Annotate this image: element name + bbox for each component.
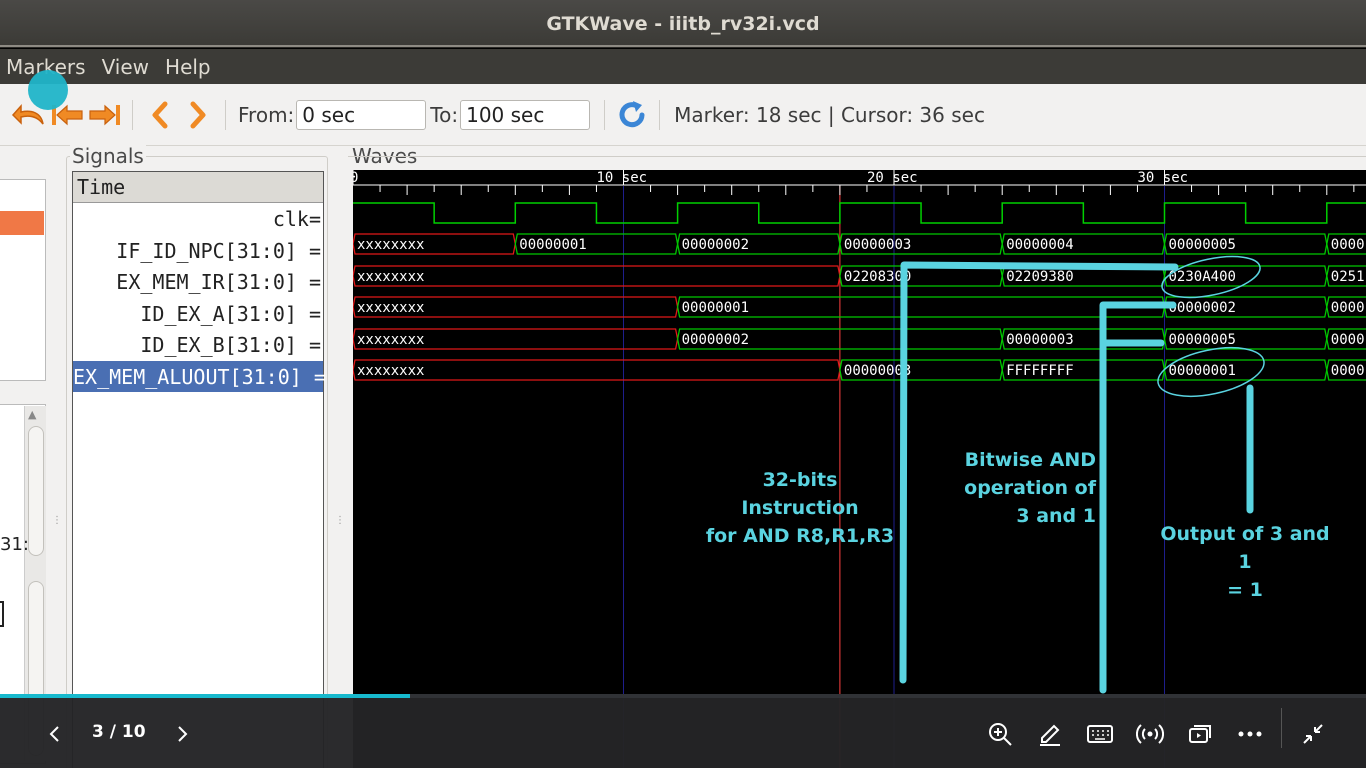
ruler-label: 0 — [353, 170, 358, 186]
bus-value-ex-mem-ir: xxxxxxxx — [357, 269, 424, 285]
bus-value-if-id-npc: 00000001 — [519, 237, 586, 253]
bus-value-id-ex-a: 00000002 — [1169, 300, 1236, 316]
signals-header: Time — [73, 172, 323, 203]
bus-value-ex-mem-aluout: 00000001 — [1169, 363, 1236, 379]
sst-pane: ▲ 31: ⋮ — [0, 146, 62, 768]
zoom-in-icon[interactable] — [984, 718, 1016, 750]
bus-value-id-ex-b: 00000005 — [1169, 332, 1236, 348]
bus-value-id-ex-b: 00000003 — [1006, 332, 1073, 348]
pen-icon[interactable] — [1034, 718, 1066, 750]
ruler-label: 30 sec — [1138, 170, 1189, 186]
marker-cursor-readout: Marker: 18 sec | Cursor: 36 sec — [674, 102, 985, 127]
menu-view[interactable]: View — [96, 55, 155, 79]
bus-value-if-id-npc: xxxxxxxx — [357, 237, 424, 253]
signal-row-id-ex-b[interactable]: ID_EX_B[31:0] = — [73, 329, 323, 361]
ruler-label: 10 sec — [597, 170, 648, 186]
bus-value-ex-mem-aluout: xxxxxxxx — [357, 363, 424, 379]
bus-value-if-id-npc: 00000005 — [1169, 237, 1236, 253]
keyboard-icon[interactable] — [1084, 718, 1116, 750]
reload-icon[interactable] — [613, 96, 651, 134]
progress-fill — [0, 694, 410, 698]
pane-resize-handle[interactable]: ⋮ — [52, 516, 62, 526]
bus-value-ex-mem-ir: 02209380 — [1006, 269, 1073, 285]
bus-value-if-id-npc: 0000 — [1331, 237, 1365, 253]
annotation-and-line1: Bitwise AND — [964, 449, 1096, 471]
toolbar-separator — [604, 99, 606, 130]
bus-value-id-ex-a: 00000001 — [682, 300, 749, 316]
from-input[interactable] — [296, 99, 427, 130]
left-list-fragment: 31: — [0, 534, 29, 555]
to-input[interactable] — [460, 99, 591, 130]
menubar: Markers View Help — [0, 49, 1366, 84]
presentation-toolbar: 3 / 10 — [0, 694, 1366, 768]
toolbar-separator — [132, 99, 133, 130]
toolbar-divider — [1281, 708, 1282, 748]
waves-frame — [348, 156, 1366, 157]
annotation-instruction-line2: for AND R8,R1,R3 — [705, 525, 895, 547]
signal-row-id-ex-a[interactable]: ID_EX_A[31:0] = — [73, 298, 323, 330]
annotation-and-text: Bitwise AND operation of 3 and 1 — [960, 446, 1096, 530]
annotation-and-line3: 3 and 1 — [1016, 505, 1096, 527]
window-title-bar: GTKWave - iiitb_rv32i.vcd — [0, 0, 1366, 48]
to-label: To: — [430, 102, 459, 127]
signals-pane: Signals Time clk= IF_ID_NPC[31:0] = EX_M… — [60, 144, 345, 768]
bus-value-id-ex-b: 00000002 — [682, 332, 749, 348]
broadcast-icon[interactable] — [1134, 718, 1166, 750]
annotation-output-line2: = 1 — [1227, 579, 1263, 601]
ruler-label: 20 sec — [867, 170, 918, 186]
pointer-highlight — [28, 70, 68, 110]
annotation-and-line2: operation of — [964, 477, 1096, 499]
bus-value-id-ex-b: 0000 — [1331, 332, 1365, 348]
bus-value-ex-mem-aluout: FFFFFFFF — [1006, 363, 1073, 379]
hierarchy-tree[interactable] — [0, 179, 46, 381]
signal-row-ex-mem-ir[interactable]: EX_MEM_IR[31:0] = — [73, 266, 323, 298]
annotation-instruction-line1: 32-bits Instruction — [741, 469, 859, 519]
bus-value-ex-mem-ir: 0230A400 — [1169, 269, 1236, 285]
bus-value-id-ex-a: 0000 — [1331, 300, 1365, 316]
more-icon[interactable] — [1234, 718, 1266, 750]
collapse-icon[interactable] — [1297, 718, 1329, 750]
bus-value-id-ex-a: xxxxxxxx — [357, 300, 424, 316]
menu-help[interactable]: Help — [159, 55, 217, 79]
next-page-icon[interactable] — [166, 718, 198, 750]
annotation-output-text: Output of 3 and 1 = 1 — [1152, 520, 1338, 604]
selected-tree-node[interactable] — [0, 211, 44, 235]
scroll-up-icon[interactable]: ▲ — [28, 408, 36, 421]
signals-title: Signals — [70, 144, 146, 168]
from-label: From: — [238, 102, 295, 127]
left-list-bracket — [0, 601, 4, 627]
bus-value-id-ex-b: xxxxxxxx — [357, 332, 424, 348]
waves-pane: Waves 0 10 sec 20 sec 30 sec xxxxxxxx 000000… — [342, 144, 1366, 768]
bus-value-ex-mem-ir: 0251 — [1331, 269, 1365, 285]
present-icon[interactable] — [1184, 718, 1216, 750]
signals-list[interactable]: Time clk= IF_ID_NPC[31:0] = EX_MEM_IR[31… — [72, 171, 326, 768]
window-title: GTKWave - iiitb_rv32i.vcd — [546, 12, 820, 35]
prev-icon[interactable] — [141, 96, 179, 134]
toolbar-separator — [659, 99, 661, 130]
toolbar-separator — [225, 99, 226, 130]
bus-value-if-id-npc: 00000004 — [1006, 237, 1073, 253]
signal-row-clk[interactable]: clk= — [73, 203, 323, 235]
jump-end-icon[interactable] — [86, 96, 124, 134]
signal-row-ex-mem-aluout[interactable]: EX_MEM_ALUOUT[31:0] = — [73, 360, 326, 392]
next-icon[interactable] — [179, 96, 217, 134]
progress-track — [0, 694, 1366, 698]
annotation-output-line1: Output of 3 and 1 — [1160, 523, 1330, 573]
annotation-instruction-text: 32-bits Instruction for AND R8,R1,R3 — [704, 466, 896, 550]
bus-value-ex-mem-aluout: 0000 — [1331, 363, 1365, 379]
prev-page-icon[interactable] — [39, 718, 71, 750]
page-indicator: 3 / 10 — [92, 722, 146, 742]
toolbar: From: To: Marker: 18 sec | Cursor: 36 se… — [0, 84, 1366, 146]
bus-value-if-id-npc: 00000002 — [682, 237, 749, 253]
bus-value-if-id-npc: 00000003 — [844, 237, 911, 253]
scroll-thumb[interactable] — [28, 426, 44, 556]
signal-row-if-id-npc[interactable]: IF_ID_NPC[31:0] = — [73, 235, 323, 267]
